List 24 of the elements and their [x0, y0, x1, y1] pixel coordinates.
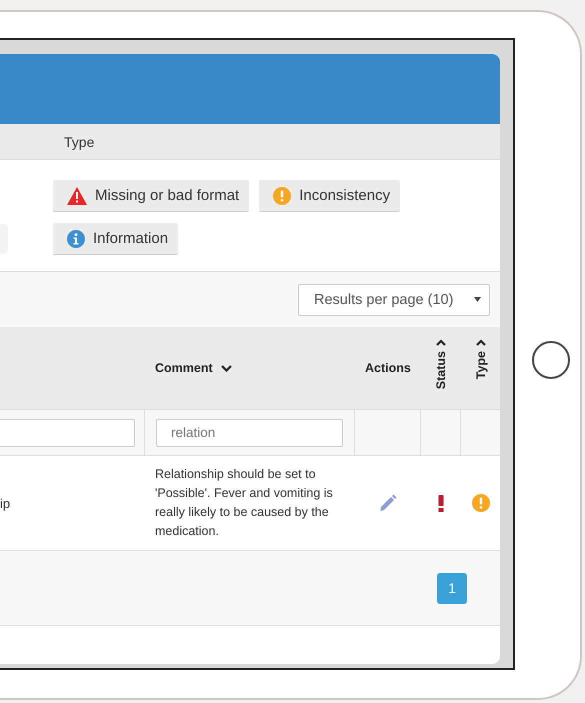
filter-button[interactable]: Information	[53, 223, 178, 255]
home-button[interactable]	[532, 341, 570, 379]
table-cell-text: ip	[0, 494, 12, 513]
column-header[interactable]: Type	[474, 351, 488, 380]
warning-icon	[67, 186, 87, 204]
filter-heading: Type	[64, 134, 94, 150]
pencil-icon[interactable]	[379, 494, 397, 512]
filter-button[interactable]: Missing or bad format	[53, 180, 250, 212]
caret-up-icon	[436, 339, 446, 346]
filter-button[interactable]: Inconsistency	[259, 180, 400, 212]
exclamation-icon	[438, 494, 444, 512]
info-icon	[67, 230, 85, 248]
caret-down-icon	[474, 297, 481, 302]
column-header[interactable]: Comment	[155, 361, 213, 375]
exclamation-circle-icon	[472, 494, 490, 512]
comment-filter-field[interactable]: relation	[156, 418, 343, 446]
column-header[interactable]: Status	[434, 351, 448, 390]
caret-down-icon	[220, 364, 232, 372]
input-field[interactable]	[0, 418, 135, 446]
column-header[interactable]: Actions	[365, 361, 411, 375]
caret-up-icon	[476, 339, 486, 346]
table-cell-text: Relationship should be set to 'Possible'. Fever and vomiting is really likely to be caused by the medication.	[154, 466, 334, 540]
exclamation-circle-icon	[273, 186, 292, 204]
results-per-page-dropdown[interactable]: Results per page (10)	[298, 284, 490, 316]
